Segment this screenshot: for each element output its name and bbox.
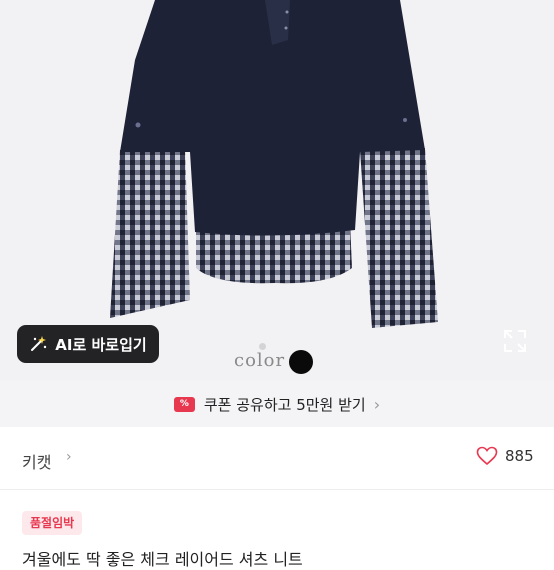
product-photo: [110, 0, 438, 328]
shop-name[interactable]: 키캣: [22, 449, 51, 473]
magic-wand-icon: [29, 335, 47, 353]
product-title: 겨울에도 딱 좋은 체크 레이어드 셔츠 니트: [22, 550, 303, 569]
coupon-icon: %: [173, 396, 195, 412]
like-count: 885: [505, 447, 534, 465]
color-caption: color: [234, 350, 286, 371]
like-button[interactable]: 885: [476, 446, 534, 466]
chevron-right-icon: ›: [373, 394, 381, 414]
coupon-label: 쿠폰 공유하고 5만원 받기: [203, 395, 366, 414]
ai-try-on-button[interactable]: AI로 바로입기: [17, 325, 159, 363]
expand-icon[interactable]: [502, 328, 528, 354]
status-badge: 품절임박: [22, 511, 83, 535]
carousel-indicator: [259, 343, 266, 350]
color-swatch: [289, 350, 313, 374]
chevron-right-icon: ›: [66, 449, 72, 465]
ai-try-on-label: AI로 바로입기: [55, 335, 147, 354]
shop-row[interactable]: 키캣 › 885: [0, 427, 554, 490]
heart-icon: [476, 446, 498, 466]
coupon-banner[interactable]: % 쿠폰 공유하고 5만원 받기 ›: [0, 381, 554, 427]
product-image-area[interactable]: color AI로 바로입기: [0, 0, 554, 381]
